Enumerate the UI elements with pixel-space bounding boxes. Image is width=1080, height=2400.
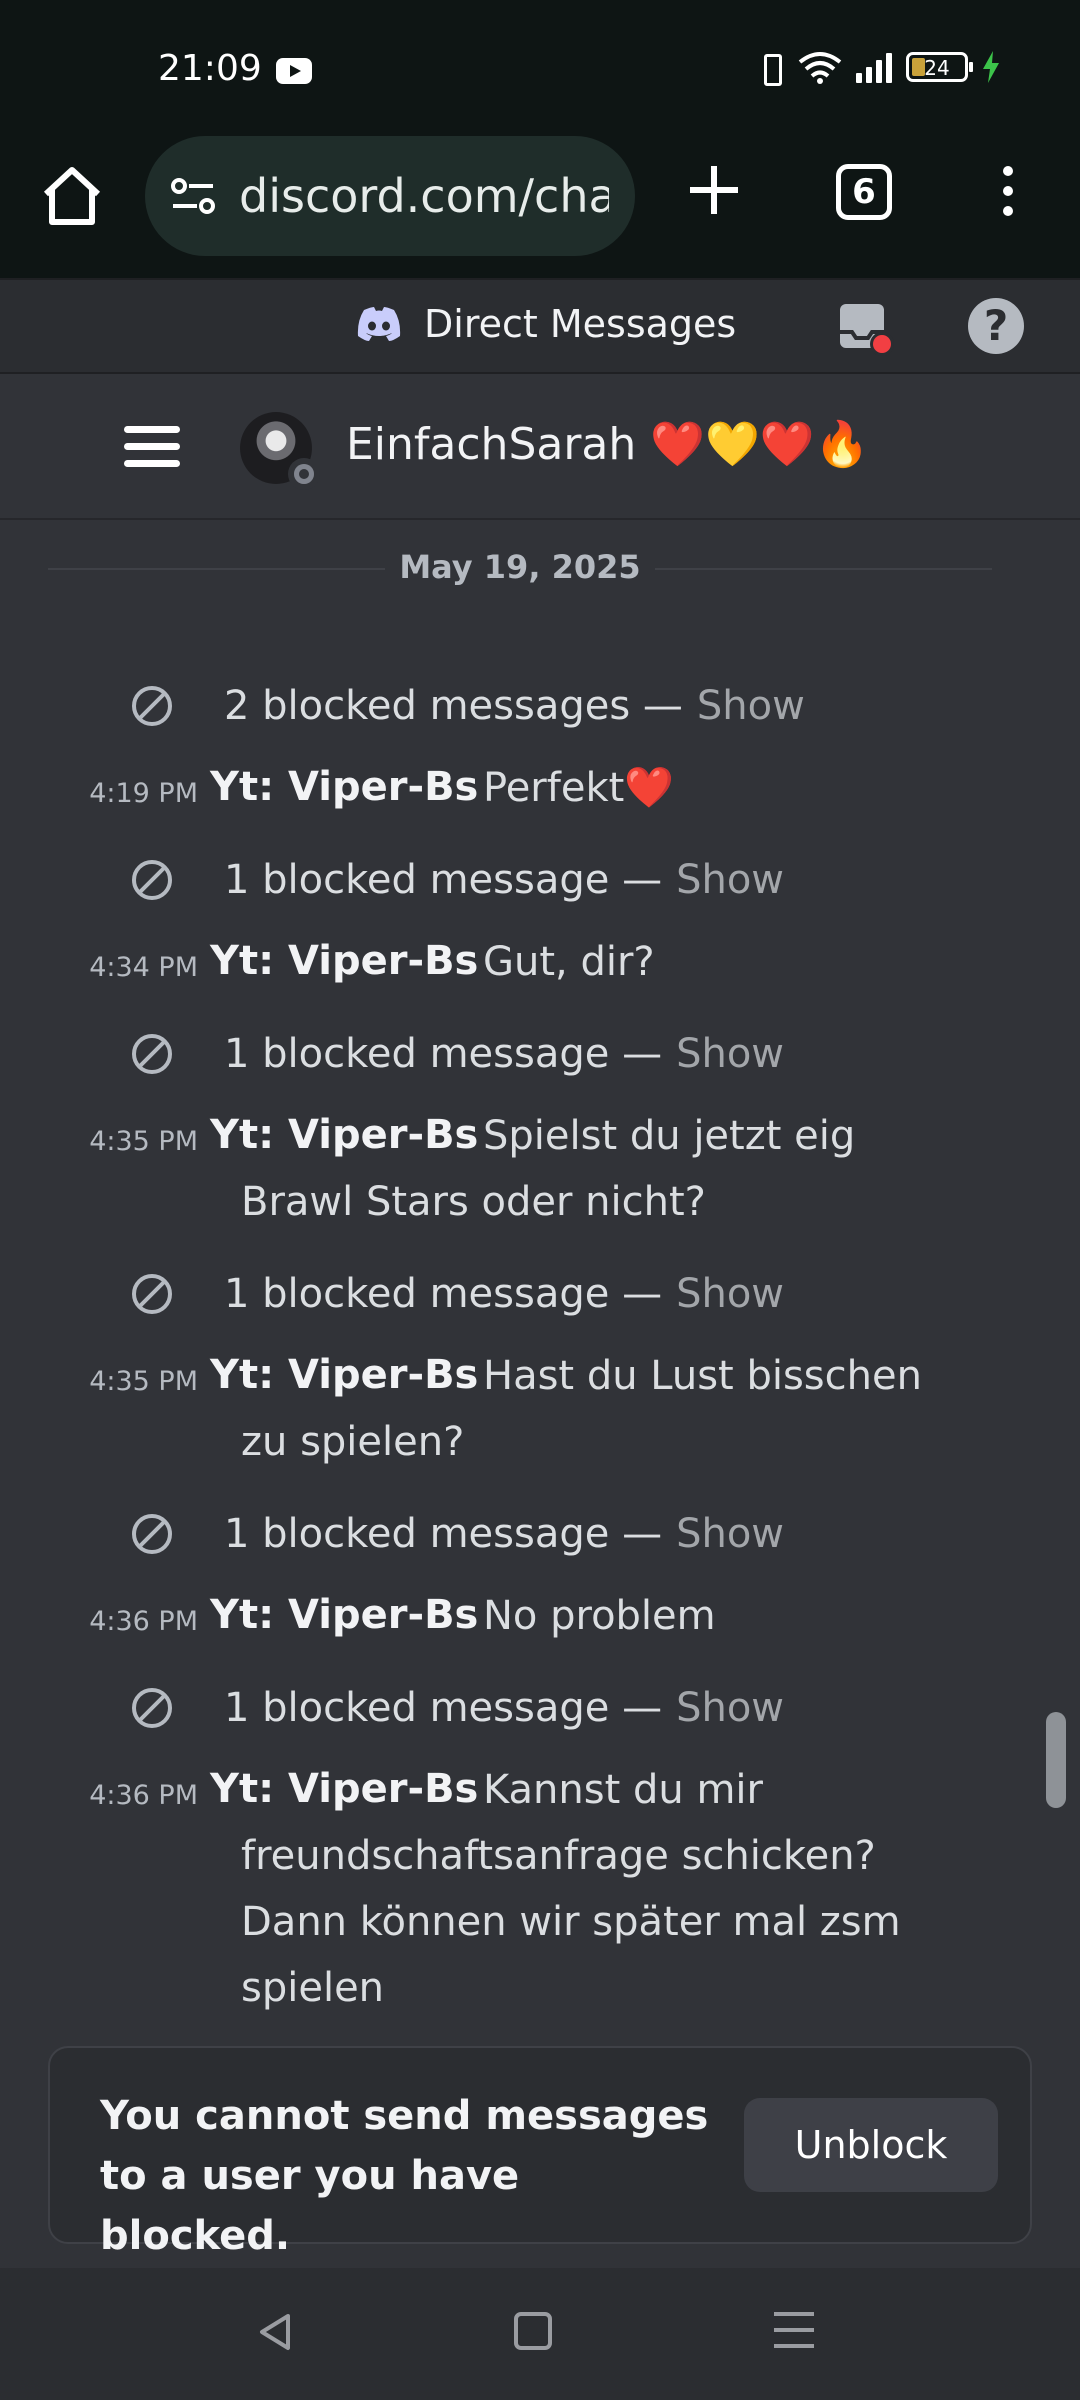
message-author[interactable]: Yt: Viper-Bs: [210, 1112, 478, 1158]
dm-title-text: Direct Messages: [424, 302, 737, 346]
browser-menu-icon[interactable]: [996, 166, 1020, 226]
blocked-message-row: 1 blocked message — Show: [130, 1678, 784, 1738]
blocked-message-row: 1 blocked message — Show: [130, 1264, 784, 1324]
discord-logo-icon: [357, 307, 401, 341]
message-author[interactable]: Yt: Viper-Bs: [210, 764, 478, 810]
youtube-notification-icon: [276, 58, 312, 84]
show-blocked-link[interactable]: Show: [697, 683, 805, 729]
recents-icon[interactable]: [774, 2312, 814, 2352]
message-text: Brawl Stars oder nicht?: [241, 1179, 706, 1225]
blocked-notice-line2: to a user you have blocked.: [100, 2153, 520, 2259]
status-time: 21:09: [158, 48, 262, 89]
hamburger-menu-icon[interactable]: [124, 426, 180, 470]
message-timestamp: 4:35 PM: [89, 1366, 198, 1397]
message-author[interactable]: Yt: Viper-Bs: [210, 1766, 478, 1812]
battery-percent: 24: [924, 56, 950, 80]
message-text: No problem: [483, 1593, 716, 1639]
message-text: Gut, dir?: [483, 939, 655, 985]
blocked-icon: [132, 1274, 172, 1314]
url-text[interactable]: discord.com/channels/@me: [239, 169, 609, 223]
vibrate-icon: [756, 50, 784, 86]
message-text: freundschaftsanfrage schicken?: [241, 1833, 876, 1879]
message-list[interactable]: May 19, 2025 2 blocked messages — Show 4…: [0, 520, 1080, 2045]
address-bar[interactable]: discord.com/channels/@me: [145, 136, 635, 256]
browser-toolbar: discord.com/channels/@me 6: [0, 130, 1080, 278]
blocked-message-text: 2 blocked messages —: [224, 683, 683, 729]
blocked-user-banner: You cannot send messages to a user you h…: [48, 2046, 1032, 2259]
message-text: zu spielen?: [241, 1419, 465, 1465]
help-icon[interactable]: ?: [968, 298, 1024, 354]
status-bar: 21:09 24: [0, 0, 1080, 130]
charging-icon: [983, 51, 999, 83]
inbox-icon[interactable]: [836, 298, 894, 356]
blocked-notice: You cannot send messages to a user you h…: [100, 2086, 720, 2266]
message-text: Dann können wir später mal zsm: [241, 1899, 901, 1945]
blocked-message-text: 1 blocked message —: [224, 1271, 663, 1317]
blocked-message-text: 1 blocked message —: [224, 1685, 663, 1731]
unblock-button[interactable]: Unblock: [744, 2098, 998, 2192]
blocked-message-row: 1 blocked message — Show: [130, 1024, 784, 1084]
message-text: spielen: [241, 1965, 385, 2011]
message-author[interactable]: Yt: Viper-Bs: [210, 938, 478, 984]
show-blocked-link[interactable]: Show: [676, 1685, 784, 1731]
message-timestamp: 4:36 PM: [89, 1780, 198, 1811]
system-nav-bar: [0, 2268, 1080, 2400]
battery-icon: 24: [906, 52, 973, 82]
message-text: Kannst du mir: [483, 1767, 763, 1813]
message-author[interactable]: Yt: Viper-Bs: [210, 1592, 478, 1638]
message-author[interactable]: Yt: Viper-Bs: [210, 1352, 478, 1398]
blocked-message-row: 1 blocked message — Show: [130, 1504, 784, 1564]
blocked-icon: [132, 860, 172, 900]
blocked-icon: [132, 1034, 172, 1074]
message-timestamp: 4:35 PM: [89, 1126, 198, 1157]
blocked-message-row: 1 blocked message — Show: [130, 850, 784, 910]
blocked-message-text: 1 blocked message —: [224, 1031, 663, 1077]
status-icons: 24: [756, 50, 1000, 86]
date-divider-label: May 19, 2025: [385, 548, 655, 586]
show-blocked-link[interactable]: Show: [676, 857, 784, 903]
blocked-icon: [132, 686, 172, 726]
home-icon[interactable]: [38, 162, 106, 230]
message-text: Spielst du jetzt eig: [483, 1113, 856, 1159]
scrollbar-thumb[interactable]: [1046, 1712, 1066, 1808]
blocked-icon: [132, 1514, 172, 1554]
message-timestamp: 4:19 PM: [89, 778, 198, 809]
blocked-message-row: 2 blocked messages — Show: [130, 676, 805, 736]
message-text: Hast du Lust bisschen: [483, 1353, 922, 1399]
blocked-icon: [132, 1688, 172, 1728]
message-timestamp: 4:34 PM: [89, 952, 198, 983]
dm-title: Direct Messages: [356, 302, 736, 346]
show-blocked-link[interactable]: Show: [676, 1271, 784, 1317]
dm-header: Direct Messages ?: [0, 278, 1080, 374]
wifi-icon: [798, 52, 842, 84]
back-icon[interactable]: [254, 2310, 298, 2354]
blocked-message-text: 1 blocked message —: [224, 857, 663, 903]
channel-name[interactable]: EinfachSarah ❤️💛❤️🔥: [346, 418, 869, 470]
date-divider: May 19, 2025: [0, 548, 1040, 586]
show-blocked-link[interactable]: Show: [676, 1031, 784, 1077]
signal-icon: [856, 51, 892, 83]
message-timestamp: 4:36 PM: [89, 1606, 198, 1637]
new-tab-icon[interactable]: [684, 160, 744, 220]
offline-status-icon: [288, 458, 320, 490]
avatar[interactable]: [240, 412, 320, 490]
show-blocked-link[interactable]: Show: [676, 1511, 784, 1557]
channel-header: EinfachSarah ❤️💛❤️🔥: [0, 374, 1080, 520]
tab-switcher-button[interactable]: 6: [836, 164, 892, 220]
home-nav-icon[interactable]: [514, 2312, 552, 2350]
message-text: Perfekt❤️: [483, 765, 675, 811]
site-settings-icon[interactable]: [169, 172, 217, 220]
blocked-message-text: 1 blocked message —: [224, 1511, 663, 1557]
blocked-notice-line1: You cannot send messages: [100, 2093, 709, 2139]
